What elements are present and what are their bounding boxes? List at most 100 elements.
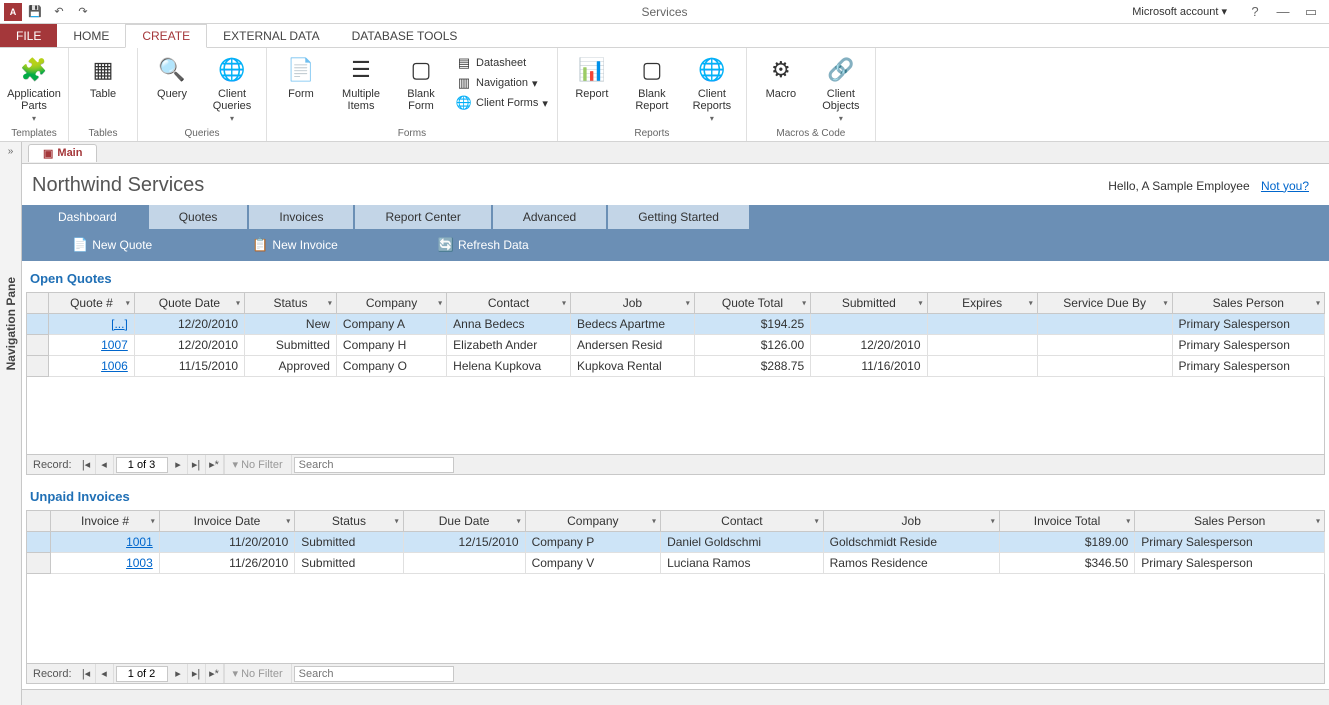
table-row[interactable]: 1003 11/26/2010 Submitted Company V Luci… <box>27 553 1325 574</box>
row-selector[interactable] <box>27 314 49 335</box>
datasheet-search[interactable] <box>294 457 454 473</box>
application-parts-button[interactable]: 🧩 Application Parts <box>6 50 62 126</box>
prev-record-button[interactable]: ◂ <box>96 455 114 474</box>
col-status[interactable]: Status▾ <box>245 293 337 314</box>
new-quote-link[interactable]: 📄New Quote <box>72 237 152 253</box>
row-selector[interactable] <box>27 553 51 574</box>
navigation-button[interactable]: ▥Navigation ▾ <box>453 74 551 92</box>
blank-report-button[interactable]: ▢ Blank Report <box>624 50 680 126</box>
client-forms-button[interactable]: 🌐Client Forms ▾ <box>453 94 551 112</box>
col-inv-status[interactable]: Status▾ <box>295 511 403 532</box>
row-selector[interactable] <box>27 356 49 377</box>
document-tab-main[interactable]: ▣ Main <box>28 144 97 162</box>
macro-button[interactable]: ⚙ Macro <box>753 50 809 126</box>
col-quote-date[interactable]: Quote Date▾ <box>134 293 244 314</box>
account-label[interactable]: Microsoft account ▾ <box>1132 5 1227 18</box>
no-filter-indicator[interactable]: ▾No Filter <box>224 664 292 683</box>
row-selector[interactable] <box>27 532 51 553</box>
table-row[interactable]: 1006 11/15/2010 Approved Company O Helen… <box>27 356 1325 377</box>
col-quote-total[interactable]: Quote Total▾ <box>694 293 810 314</box>
col-due-date[interactable]: Due Date▾ <box>403 511 525 532</box>
horizontal-scrollbar[interactable] <box>22 689 1329 705</box>
datasheet-button[interactable]: ▤Datasheet <box>453 54 551 72</box>
undo-icon[interactable]: ↶ <box>48 1 70 23</box>
table-row[interactable]: [...] 12/20/2010 New Company A Anna Bede… <box>27 314 1325 335</box>
minimize-icon[interactable]: — <box>1271 4 1295 19</box>
cell: Submitted <box>295 553 403 574</box>
tab-external-data[interactable]: EXTERNAL DATA <box>207 24 335 47</box>
nav-tab-invoices[interactable]: Invoices <box>249 205 353 229</box>
tab-database-tools[interactable]: DATABASE TOOLS <box>336 24 474 47</box>
col-inv-job[interactable]: Job▾ <box>823 511 999 532</box>
new-record-button[interactable]: ▸* <box>206 664 224 683</box>
nav-tab-getting-started[interactable]: Getting Started <box>608 205 749 229</box>
client-queries-button[interactable]: 🌐 Client Queries <box>204 50 260 126</box>
not-you-link[interactable]: Not you? <box>1261 179 1309 193</box>
quote-id-cell[interactable]: 1007 <box>49 335 135 356</box>
help-icon[interactable]: ? <box>1243 4 1267 19</box>
navigation-icon: ▥ <box>456 75 472 91</box>
redo-icon[interactable]: ↷ <box>72 1 94 23</box>
datasheet-search[interactable] <box>294 666 454 682</box>
col-contact[interactable]: Contact▾ <box>447 293 571 314</box>
tab-create[interactable]: CREATE <box>125 24 207 48</box>
expand-navpane-icon[interactable]: » <box>8 142 14 157</box>
table-row[interactable]: 1007 12/20/2010 Submitted Company H Eliz… <box>27 335 1325 356</box>
col-inv-contact[interactable]: Contact▾ <box>661 511 824 532</box>
quote-id-cell[interactable]: [...] <box>49 314 135 335</box>
save-icon[interactable]: 💾 <box>24 1 46 23</box>
cell: 11/15/2010 <box>134 356 244 377</box>
report-button[interactable]: 📊 Report <box>564 50 620 126</box>
row-selector-header[interactable] <box>27 511 51 532</box>
refresh-data-link[interactable]: 🔄Refresh Data <box>438 237 529 253</box>
cell: Submitted <box>295 532 403 553</box>
first-record-button[interactable]: |◂ <box>78 455 96 474</box>
col-job[interactable]: Job▾ <box>570 293 694 314</box>
nav-tab-advanced[interactable]: Advanced <box>493 205 606 229</box>
no-filter-indicator[interactable]: ▾No Filter <box>224 455 292 474</box>
table-row[interactable]: 1001 11/20/2010 Submitted 12/15/2010 Com… <box>27 532 1325 553</box>
new-record-button[interactable]: ▸* <box>206 455 224 474</box>
next-record-button[interactable]: ▸ <box>170 455 188 474</box>
col-sales-person[interactable]: Sales Person▾ <box>1172 293 1324 314</box>
col-inv-sales[interactable]: Sales Person▾ <box>1135 511 1325 532</box>
row-selector[interactable] <box>27 335 49 356</box>
group-reports-label: Reports <box>564 126 740 141</box>
last-record-button[interactable]: ▸| <box>188 455 206 474</box>
tab-file[interactable]: FILE <box>0 24 57 47</box>
restore-icon[interactable]: ▭ <box>1299 4 1323 20</box>
prev-record-button[interactable]: ◂ <box>96 664 114 683</box>
col-invoice-total[interactable]: Invoice Total▾ <box>999 511 1134 532</box>
client-objects-button[interactable]: 🔗 Client Objects <box>813 50 869 126</box>
row-selector-header[interactable] <box>27 293 49 314</box>
col-invoice-num[interactable]: Invoice #▾ <box>51 511 159 532</box>
cell: 11/20/2010 <box>159 532 294 553</box>
col-expires[interactable]: Expires▾ <box>927 293 1037 314</box>
client-reports-button[interactable]: 🌐 Client Reports <box>684 50 740 126</box>
navigation-pane-collapsed[interactable]: » Navigation Pane <box>0 142 22 705</box>
record-position[interactable] <box>116 666 168 682</box>
col-submitted[interactable]: Submitted▾ <box>811 293 927 314</box>
new-invoice-link[interactable]: 📋New Invoice <box>252 237 338 253</box>
form-button[interactable]: 📄 Form <box>273 50 329 126</box>
col-service-due[interactable]: Service Due By▾ <box>1037 293 1172 314</box>
table-button[interactable]: ▦ Table <box>75 50 131 126</box>
quote-id-cell[interactable]: 1006 <box>49 356 135 377</box>
nav-tab-report-center[interactable]: Report Center <box>355 205 490 229</box>
next-record-button[interactable]: ▸ <box>170 664 188 683</box>
invoice-id-cell[interactable]: 1003 <box>51 553 159 574</box>
nav-tab-dashboard[interactable]: Dashboard <box>28 205 147 229</box>
col-inv-company[interactable]: Company▾ <box>525 511 660 532</box>
blank-form-button[interactable]: ▢ Blank Form <box>393 50 449 126</box>
nav-tab-quotes[interactable]: Quotes <box>149 205 248 229</box>
col-invoice-date[interactable]: Invoice Date▾ <box>159 511 294 532</box>
col-company[interactable]: Company▾ <box>336 293 446 314</box>
multiple-items-button[interactable]: ☰ Multiple Items <box>333 50 389 126</box>
col-quote-num[interactable]: Quote #▾ <box>49 293 135 314</box>
query-button[interactable]: 🔍 Query <box>144 50 200 126</box>
invoice-id-cell[interactable]: 1001 <box>51 532 159 553</box>
record-position[interactable] <box>116 457 168 473</box>
last-record-button[interactable]: ▸| <box>188 664 206 683</box>
first-record-button[interactable]: |◂ <box>78 664 96 683</box>
tab-home[interactable]: HOME <box>57 24 125 47</box>
